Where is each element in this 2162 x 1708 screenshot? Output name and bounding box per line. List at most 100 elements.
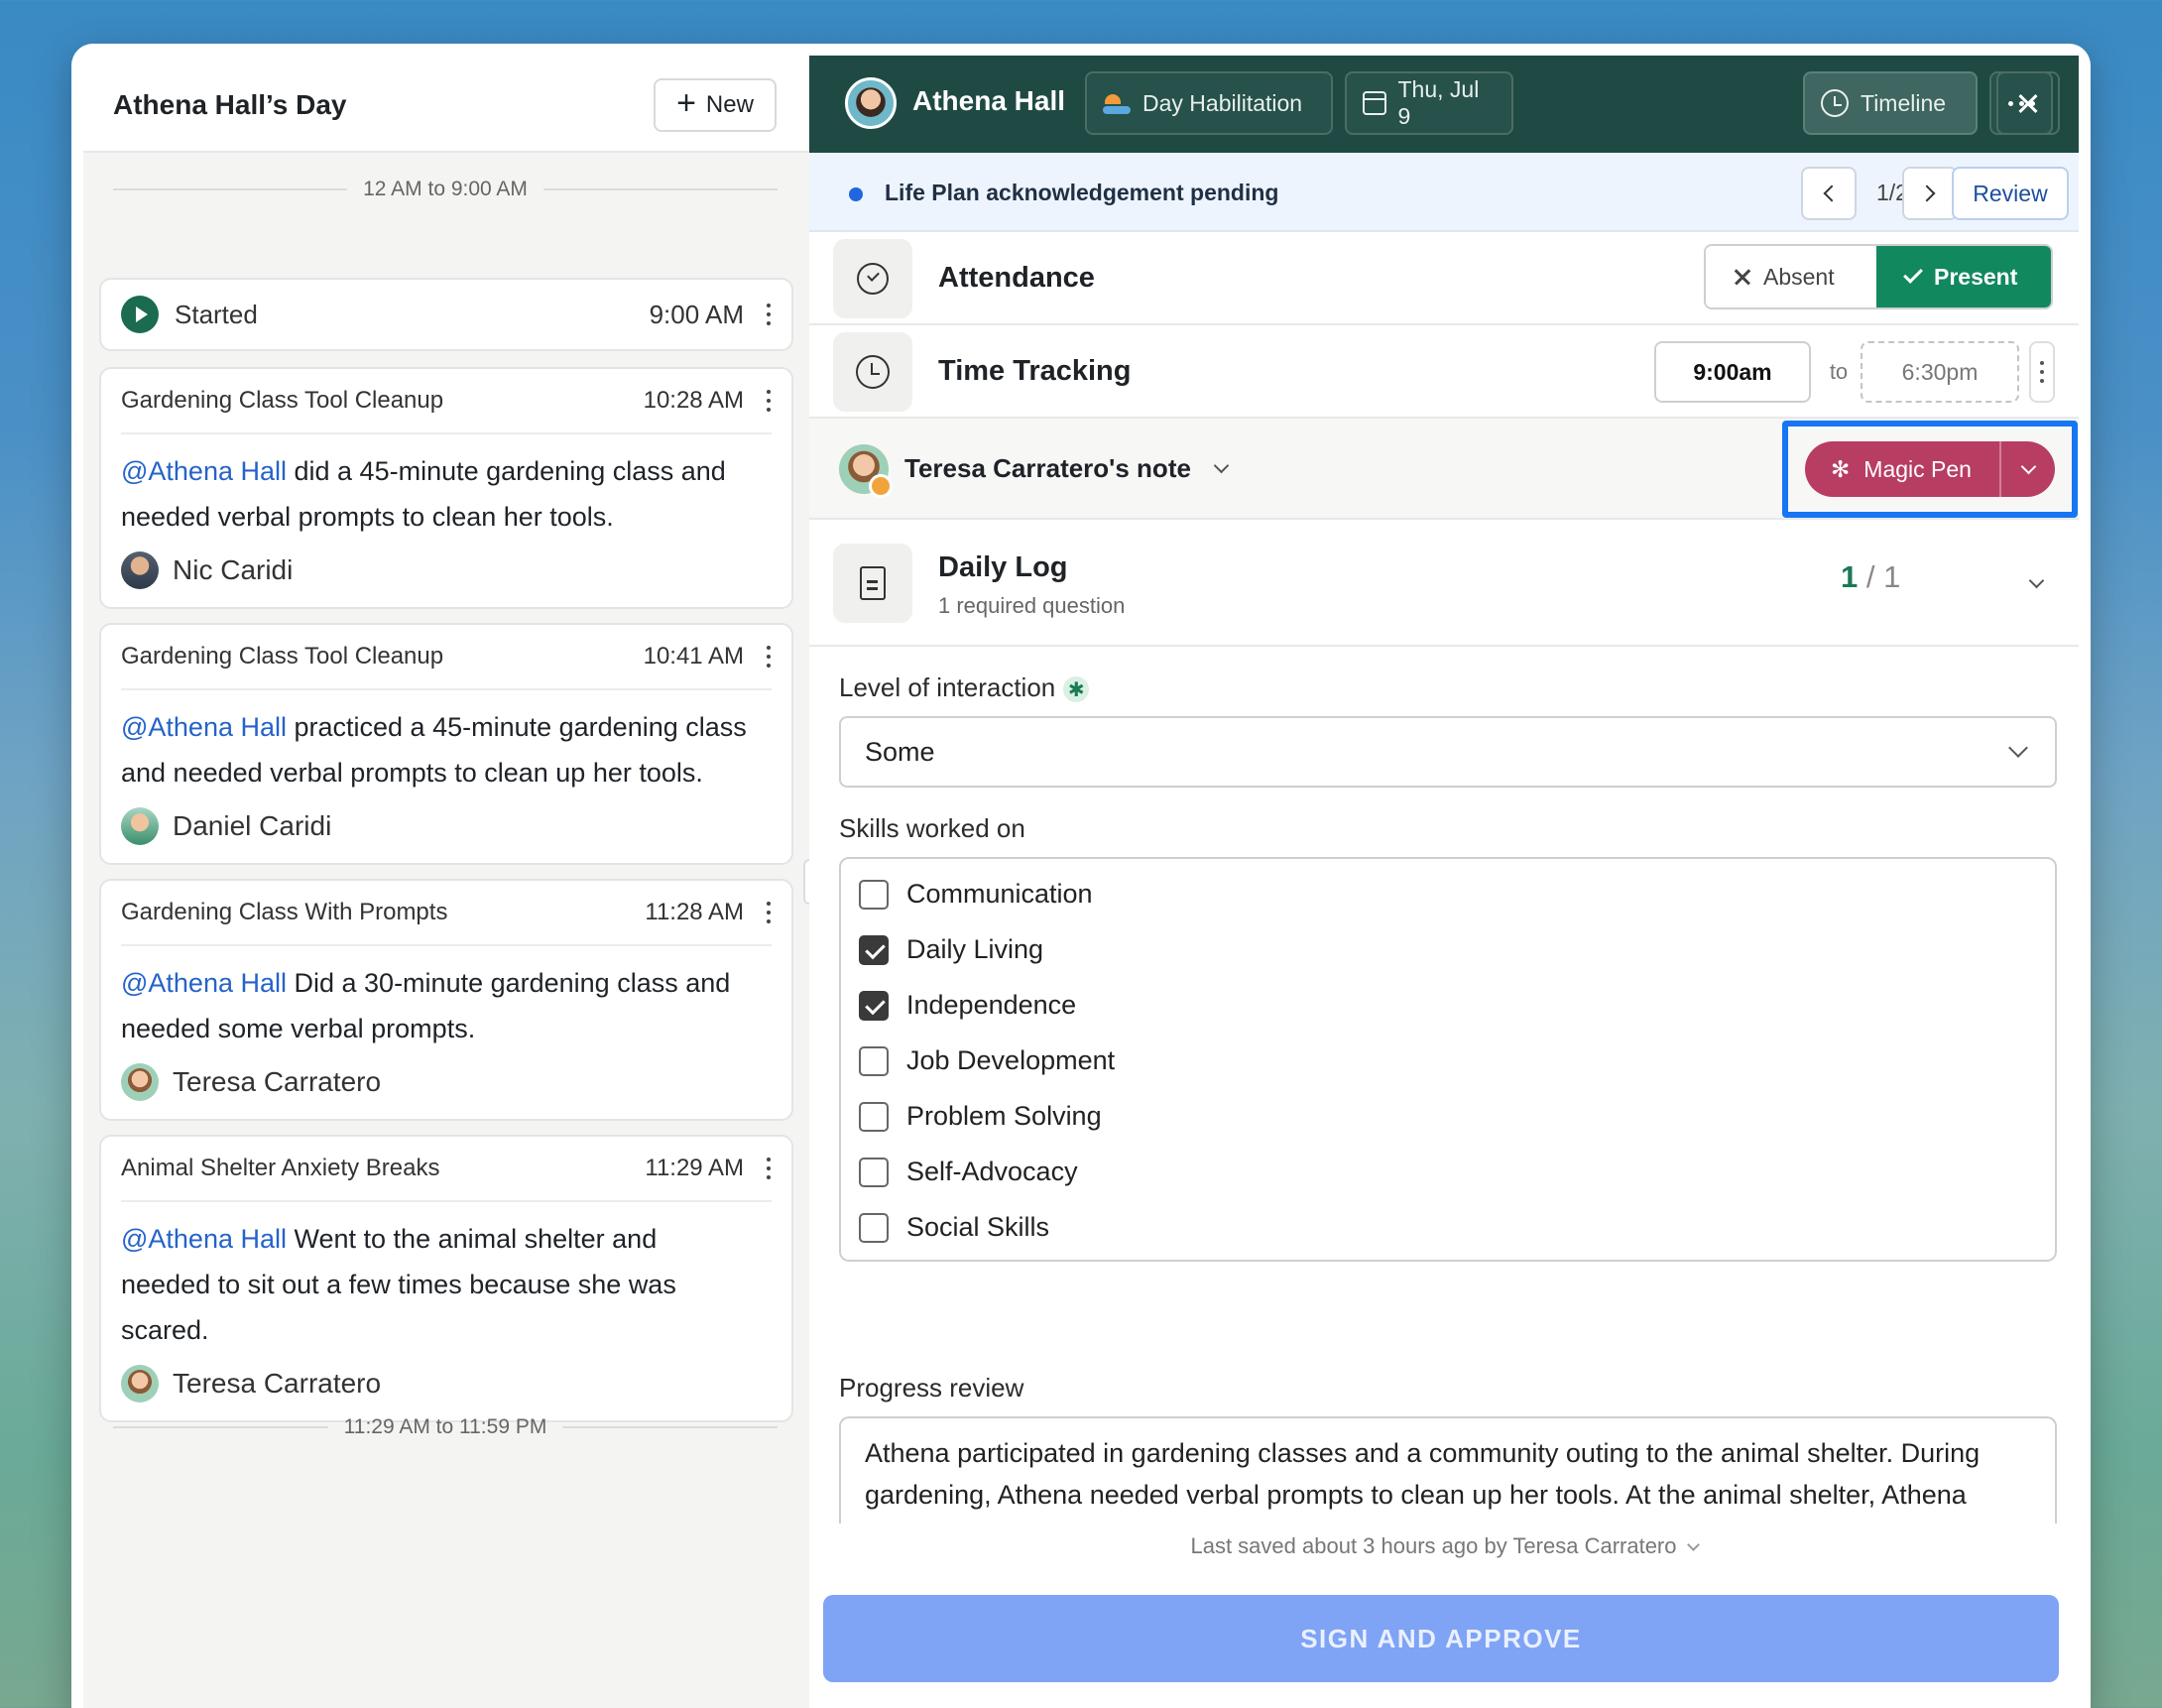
note-text: and needed verbal prompts to clean up he…	[121, 758, 703, 788]
note-card-body: @Athena Hall practiced a 45-minute garde…	[121, 704, 772, 795]
last-saved-status[interactable]: Last saved about 3 hours ago by Teresa C…	[809, 1533, 2079, 1559]
mention-link[interactable]: @Athena Hall	[121, 1224, 287, 1254]
note-card[interactable]: Gardening Class Tool Cleanup 10:41 AM @A…	[99, 623, 793, 865]
checkbox[interactable]	[859, 1045, 889, 1076]
close-icon	[1734, 268, 1751, 286]
note-text: Went to the animal shelter and	[287, 1224, 658, 1254]
checkbox[interactable]	[859, 1212, 889, 1243]
note-author: Teresa Carratero	[121, 1365, 381, 1403]
date-chip[interactable]: Thu, Jul 9	[1345, 71, 1513, 135]
note-author: Daniel Caridi	[121, 807, 331, 845]
note-card[interactable]: Gardening Class With Prompts 11:28 AM @A…	[99, 879, 793, 1121]
author-name: Daniel Caridi	[173, 810, 332, 841]
sparkle-icon: ✻	[1831, 455, 1851, 482]
service-chip[interactable]: Day Habilitation	[1085, 71, 1333, 135]
more-vertical-icon[interactable]	[766, 902, 772, 923]
more-vertical-icon[interactable]	[766, 1158, 772, 1179]
checkbox[interactable]	[859, 879, 889, 910]
note-card-header: Gardening Class With Prompts 11:28 AM	[121, 881, 772, 946]
start-time-input[interactable]: 9:00am	[1654, 341, 1811, 403]
detail-header: Athena Hall Day Habilitation Thu, Jul 9 …	[809, 56, 2079, 153]
checkbox[interactable]	[859, 1101, 889, 1132]
daily-log-row[interactable]: Daily Log 1 required question 1 / 1	[809, 520, 2079, 647]
chevron-left-icon	[1823, 184, 1841, 202]
skill-option[interactable]: Daily Living	[859, 934, 1043, 965]
checkbox[interactable]	[859, 1157, 889, 1187]
chevron-down-icon	[2008, 738, 2028, 758]
note-card[interactable]: Animal Shelter Anxiety Breaks 11:29 AM @…	[99, 1135, 793, 1422]
skill-label: Social Skills	[906, 1212, 1050, 1242]
skill-option[interactable]: Job Development	[859, 1045, 1115, 1076]
sign-and-approve-button[interactable]: SIGN AND APPROVE	[823, 1595, 2059, 1682]
calendar-icon	[1363, 91, 1386, 115]
present-button[interactable]: Present	[1876, 246, 2051, 307]
note-text: practiced a 45-minute gardening class	[287, 712, 747, 742]
skills-label: Skills worked on	[839, 813, 1025, 843]
chevron-down-icon[interactable]	[2028, 572, 2045, 589]
mention-link[interactable]: @Athena Hall	[121, 968, 287, 998]
note-card-title: Gardening Class With Prompts	[121, 899, 448, 925]
skill-label: Self-Advocacy	[906, 1157, 1078, 1186]
daily-log-subtitle: 1 required question	[938, 593, 1126, 618]
previous-button[interactable]	[1801, 167, 1857, 220]
note-card-time: 10:28 AM	[643, 387, 744, 414]
total-count: 1	[1883, 559, 1901, 594]
magic-pen-action[interactable]: ✻ Magic Pen	[1805, 456, 1999, 483]
more-vertical-icon[interactable]	[766, 304, 772, 325]
skill-option[interactable]: Social Skills	[859, 1212, 1049, 1243]
mention-link[interactable]: @Athena Hall	[121, 712, 287, 742]
interaction-label-text: Level of interaction	[839, 672, 1056, 702]
skill-option[interactable]: Communication	[859, 879, 1093, 910]
person-name: Athena Hall	[912, 85, 1066, 116]
interaction-select[interactable]: Some	[839, 716, 2057, 788]
chevron-down-icon	[1213, 457, 1230, 474]
timeline-button[interactable]: Timeline	[1803, 71, 1978, 135]
progress-review-textarea[interactable]: Athena participated in gardening classes…	[839, 1416, 2057, 1524]
checkbox[interactable]	[859, 990, 889, 1021]
day-timeline-panel: Athena Hall’s Day + New 12 AM to 9:00 AM…	[83, 56, 809, 1708]
checkbox[interactable]	[859, 934, 889, 965]
note-card-title: Animal Shelter Anxiety Breaks	[121, 1155, 440, 1181]
magic-pen-label: Magic Pen	[1863, 455, 1972, 482]
skill-option[interactable]: Self-Advocacy	[859, 1157, 1078, 1187]
note-text: scared.	[121, 1315, 209, 1345]
more-vertical-icon[interactable]	[766, 646, 772, 668]
end-time-input[interactable]: 6:30pm	[1861, 341, 2019, 403]
required-icon: ✱	[1063, 676, 1090, 703]
author-name: Teresa Carratero	[173, 1368, 382, 1399]
note-card-time: 10:41 AM	[643, 643, 744, 670]
note-text: needed verbal prompts to clean her tools…	[121, 502, 614, 532]
chevron-right-icon	[1918, 184, 1936, 202]
life-plan-banner: Life Plan acknowledgement pending 1/2 Re…	[809, 153, 2079, 232]
note-text: needed to sit out a few times because sh…	[121, 1270, 676, 1299]
note-card-title: Gardening Class Tool Cleanup	[121, 387, 444, 414]
note-card-body: @Athena Hall did a 45-minute gardening c…	[121, 448, 772, 540]
last-saved-text: Last saved about 3 hours ago by Teresa C…	[1190, 1533, 1677, 1558]
skill-option[interactable]: Independence	[859, 990, 1076, 1021]
absent-button[interactable]: Absent	[1706, 246, 1876, 307]
note-card-header: Gardening Class Tool Cleanup 10:28 AM	[121, 369, 772, 434]
time-divider-top: 12 AM to 9:00 AM	[113, 175, 779, 204]
magic-pen-button[interactable]: ✻ Magic Pen	[1805, 441, 2055, 497]
more-vertical-icon[interactable]	[2029, 341, 2055, 403]
skill-option[interactable]: Problem Solving	[859, 1101, 1102, 1132]
author-name: Nic Caridi	[173, 554, 294, 585]
note-card-header: Animal Shelter Anxiety Breaks 11:29 AM	[121, 1137, 772, 1202]
skills-checklist: Communication Daily Living Independence …	[839, 857, 2057, 1262]
review-button[interactable]: Review	[1952, 167, 2069, 220]
mention-link[interactable]: @Athena Hall	[121, 456, 287, 486]
interaction-value: Some	[865, 736, 935, 767]
date-label: Thu, Jul 9	[1397, 76, 1480, 129]
new-entry-button[interactable]: + New	[654, 78, 777, 132]
note-author-selector[interactable]: Teresa Carratero's note	[904, 453, 1230, 484]
note-card-time: 11:28 AM	[645, 899, 744, 925]
attendance-title: Attendance	[938, 262, 1095, 294]
magic-pen-dropdown[interactable]	[2001, 458, 2055, 474]
time-tracking-row: Time Tracking 9:00am to 6:30pm	[809, 325, 2079, 419]
note-card[interactable]: Gardening Class Tool Cleanup 10:28 AM @A…	[99, 367, 793, 609]
started-entry[interactable]: Started 9:00 AM	[99, 278, 793, 351]
more-vertical-icon[interactable]	[766, 390, 772, 412]
close-button[interactable]	[1996, 71, 2060, 135]
chevron-down-icon	[2020, 458, 2036, 474]
next-button[interactable]	[1902, 167, 1958, 220]
